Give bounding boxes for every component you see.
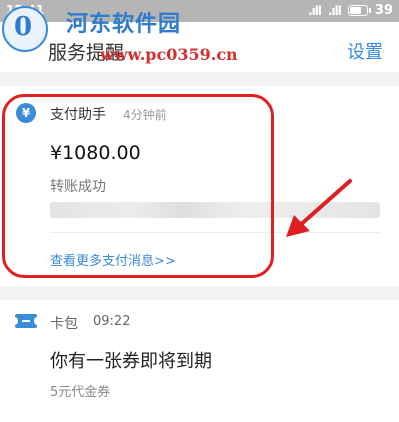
section-gap-2	[0, 286, 399, 300]
status-bar: 15:41 .ıll .ıll 39	[0, 0, 399, 22]
divider	[50, 232, 380, 233]
coupon-subtitle: 5元代金券	[50, 385, 111, 400]
section-gap	[0, 72, 399, 86]
battery-level: 39	[374, 3, 393, 18]
payment-amount: ¥1080.00	[50, 142, 141, 164]
battery-icon	[347, 5, 371, 16]
payment-notification-card[interactable]: ¥ 支付助手 4分钟前 ¥1080.00 转账成功 查看更多支付消息>>	[0, 86, 399, 278]
status-icons: .ıll .ıll 39	[308, 3, 393, 18]
signal-icon: .ıll	[308, 3, 322, 18]
coupon-source: 卡包	[50, 316, 78, 332]
settings-button[interactable]: 设置	[347, 38, 383, 64]
coupon-time: 09:22	[93, 314, 131, 329]
notification-source: 支付助手	[50, 107, 106, 123]
yuan-icon: ¥	[16, 103, 36, 123]
status-time: 15:41	[6, 3, 45, 17]
header: 服务提醒 设置	[0, 22, 399, 73]
signal-icon-2: .ıll	[328, 3, 342, 18]
coupon-notification-card[interactable]: 卡包 09:22 你有一张券即将到期 5元代金券	[0, 300, 399, 422]
notification-time: 4分钟前	[123, 108, 167, 122]
coupon-title: 你有一张券即将到期	[50, 351, 212, 372]
ticket-icon	[12, 314, 40, 328]
blurred-details	[50, 202, 380, 218]
more-payments-link[interactable]: 查看更多支付消息>>	[50, 250, 176, 269]
payment-status: 转账成功	[50, 179, 106, 195]
page-title: 服务提醒	[48, 42, 125, 64]
